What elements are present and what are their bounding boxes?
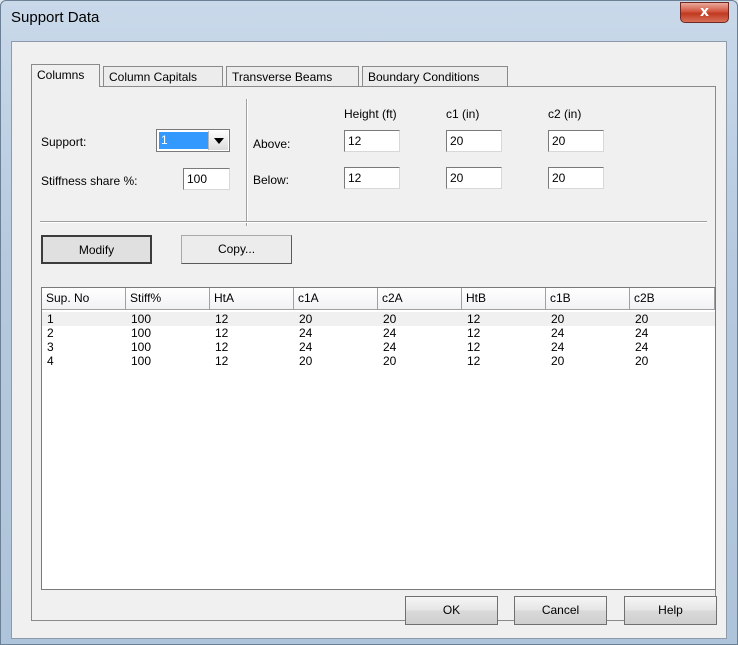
table-row[interactable]: 1 100 12 20 20 12 20 20 <box>42 312 715 326</box>
table-header-htb[interactable]: HtB <box>462 288 546 310</box>
table-cell: 20 <box>551 354 565 368</box>
table-cell: 20 <box>383 354 397 368</box>
below-label: Below: <box>253 173 290 187</box>
close-button[interactable]: x <box>680 2 729 23</box>
title-bar[interactable]: Support Data x <box>1 1 737 33</box>
table-cell: 24 <box>299 340 313 354</box>
height-column-header: Height (ft) <box>344 107 397 121</box>
table-row[interactable]: 4 100 12 20 20 12 20 20 <box>42 354 715 368</box>
vertical-divider <box>246 99 247 226</box>
support-select-dropdown-button[interactable] <box>208 131 228 150</box>
dialog-client-area: Columns Column Capitals Transverse Beams… <box>11 41 727 639</box>
table-cell: 12 <box>467 312 481 326</box>
table-cell: 12 <box>215 340 229 354</box>
support-select-value: 1 <box>159 132 208 149</box>
table-row[interactable]: 2 100 12 24 24 12 24 24 <box>42 326 715 340</box>
help-button[interactable]: Help <box>624 596 717 625</box>
ok-button[interactable]: OK <box>405 596 498 625</box>
stiffness-share-input[interactable]: 100 <box>183 168 230 190</box>
window-title: Support Data <box>11 9 100 26</box>
below-height-input[interactable]: 12 <box>344 167 400 189</box>
table-header-stiff[interactable]: Stiff% <box>126 288 210 310</box>
stiffness-share-label: Stiffness share %: <box>41 174 138 188</box>
c1-column-header: c1 (in) <box>446 107 480 121</box>
table-cell: 24 <box>299 326 313 340</box>
supports-table[interactable]: Sup. No Stiff% HtA c1A c2A HtB c1B c2B 1… <box>41 287 716 590</box>
table-header-c2a[interactable]: c2A <box>378 288 462 310</box>
table-cell: 2 <box>47 326 54 340</box>
c2-column-header: c2 (in) <box>548 107 582 121</box>
table-cell: 3 <box>47 340 54 354</box>
table-cell: 1 <box>47 312 54 326</box>
table-cell: 20 <box>299 354 313 368</box>
above-height-input[interactable]: 12 <box>344 130 400 152</box>
table-cell: 24 <box>383 340 397 354</box>
below-c1-input[interactable]: 20 <box>446 167 502 189</box>
tab-boundary-conditions[interactable]: Boundary Conditions <box>362 66 508 86</box>
table-header: Sup. No Stiff% HtA c1A c2A HtB c1B c2B <box>42 288 715 310</box>
table-header-c2b[interactable]: c2B <box>630 288 715 310</box>
cancel-button[interactable]: Cancel <box>514 596 607 625</box>
modify-button[interactable]: Modify <box>41 235 152 264</box>
support-label: Support: <box>41 135 87 149</box>
columns-tab-panel: Support: 1 Stiffness share %: 100 Height… <box>31 86 716 621</box>
table-header-c1b[interactable]: c1B <box>546 288 630 310</box>
table-cell: 24 <box>551 326 565 340</box>
table-cell: 20 <box>635 312 649 326</box>
support-select[interactable]: 1 <box>156 129 230 152</box>
table-cell: 24 <box>383 326 397 340</box>
support-data-dialog: Support Data x Columns Column Capitals T… <box>0 0 738 645</box>
table-cell: 12 <box>215 354 229 368</box>
table-cell: 20 <box>383 312 397 326</box>
tab-transverse-beams[interactable]: Transverse Beams <box>226 66 359 86</box>
table-cell: 20 <box>635 354 649 368</box>
table-row[interactable]: 3 100 12 24 24 12 24 24 <box>42 340 715 354</box>
table-header-c1a[interactable]: c1A <box>294 288 378 310</box>
table-cell: 100 <box>131 312 152 326</box>
table-cell: 12 <box>215 326 229 340</box>
tab-column-capitals[interactable]: Column Capitals <box>103 66 223 86</box>
tab-columns[interactable]: Columns <box>31 64 100 87</box>
table-cell: 20 <box>299 312 313 326</box>
table-cell: 24 <box>635 326 649 340</box>
above-c2-input[interactable]: 20 <box>548 130 604 152</box>
table-cell: 100 <box>131 354 152 368</box>
table-cell: 12 <box>467 326 481 340</box>
table-cell: 20 <box>551 312 565 326</box>
table-header-sup-no[interactable]: Sup. No <box>42 288 126 310</box>
below-c2-input[interactable]: 20 <box>548 167 604 189</box>
close-icon: x <box>699 4 710 20</box>
table-cell: 12 <box>215 312 229 326</box>
table-cell: 4 <box>47 354 54 368</box>
table-cell: 12 <box>467 354 481 368</box>
table-cell: 24 <box>635 340 649 354</box>
table-cell: 100 <box>131 326 152 340</box>
table-cell: 24 <box>551 340 565 354</box>
chevron-down-icon <box>214 138 224 144</box>
horizontal-divider <box>40 221 707 222</box>
table-cell: 12 <box>467 340 481 354</box>
above-c1-input[interactable]: 20 <box>446 130 502 152</box>
copy-button[interactable]: Copy... <box>181 235 292 264</box>
table-header-hta[interactable]: HtA <box>210 288 294 310</box>
above-label: Above: <box>253 137 291 151</box>
table-cell: 100 <box>131 340 152 354</box>
